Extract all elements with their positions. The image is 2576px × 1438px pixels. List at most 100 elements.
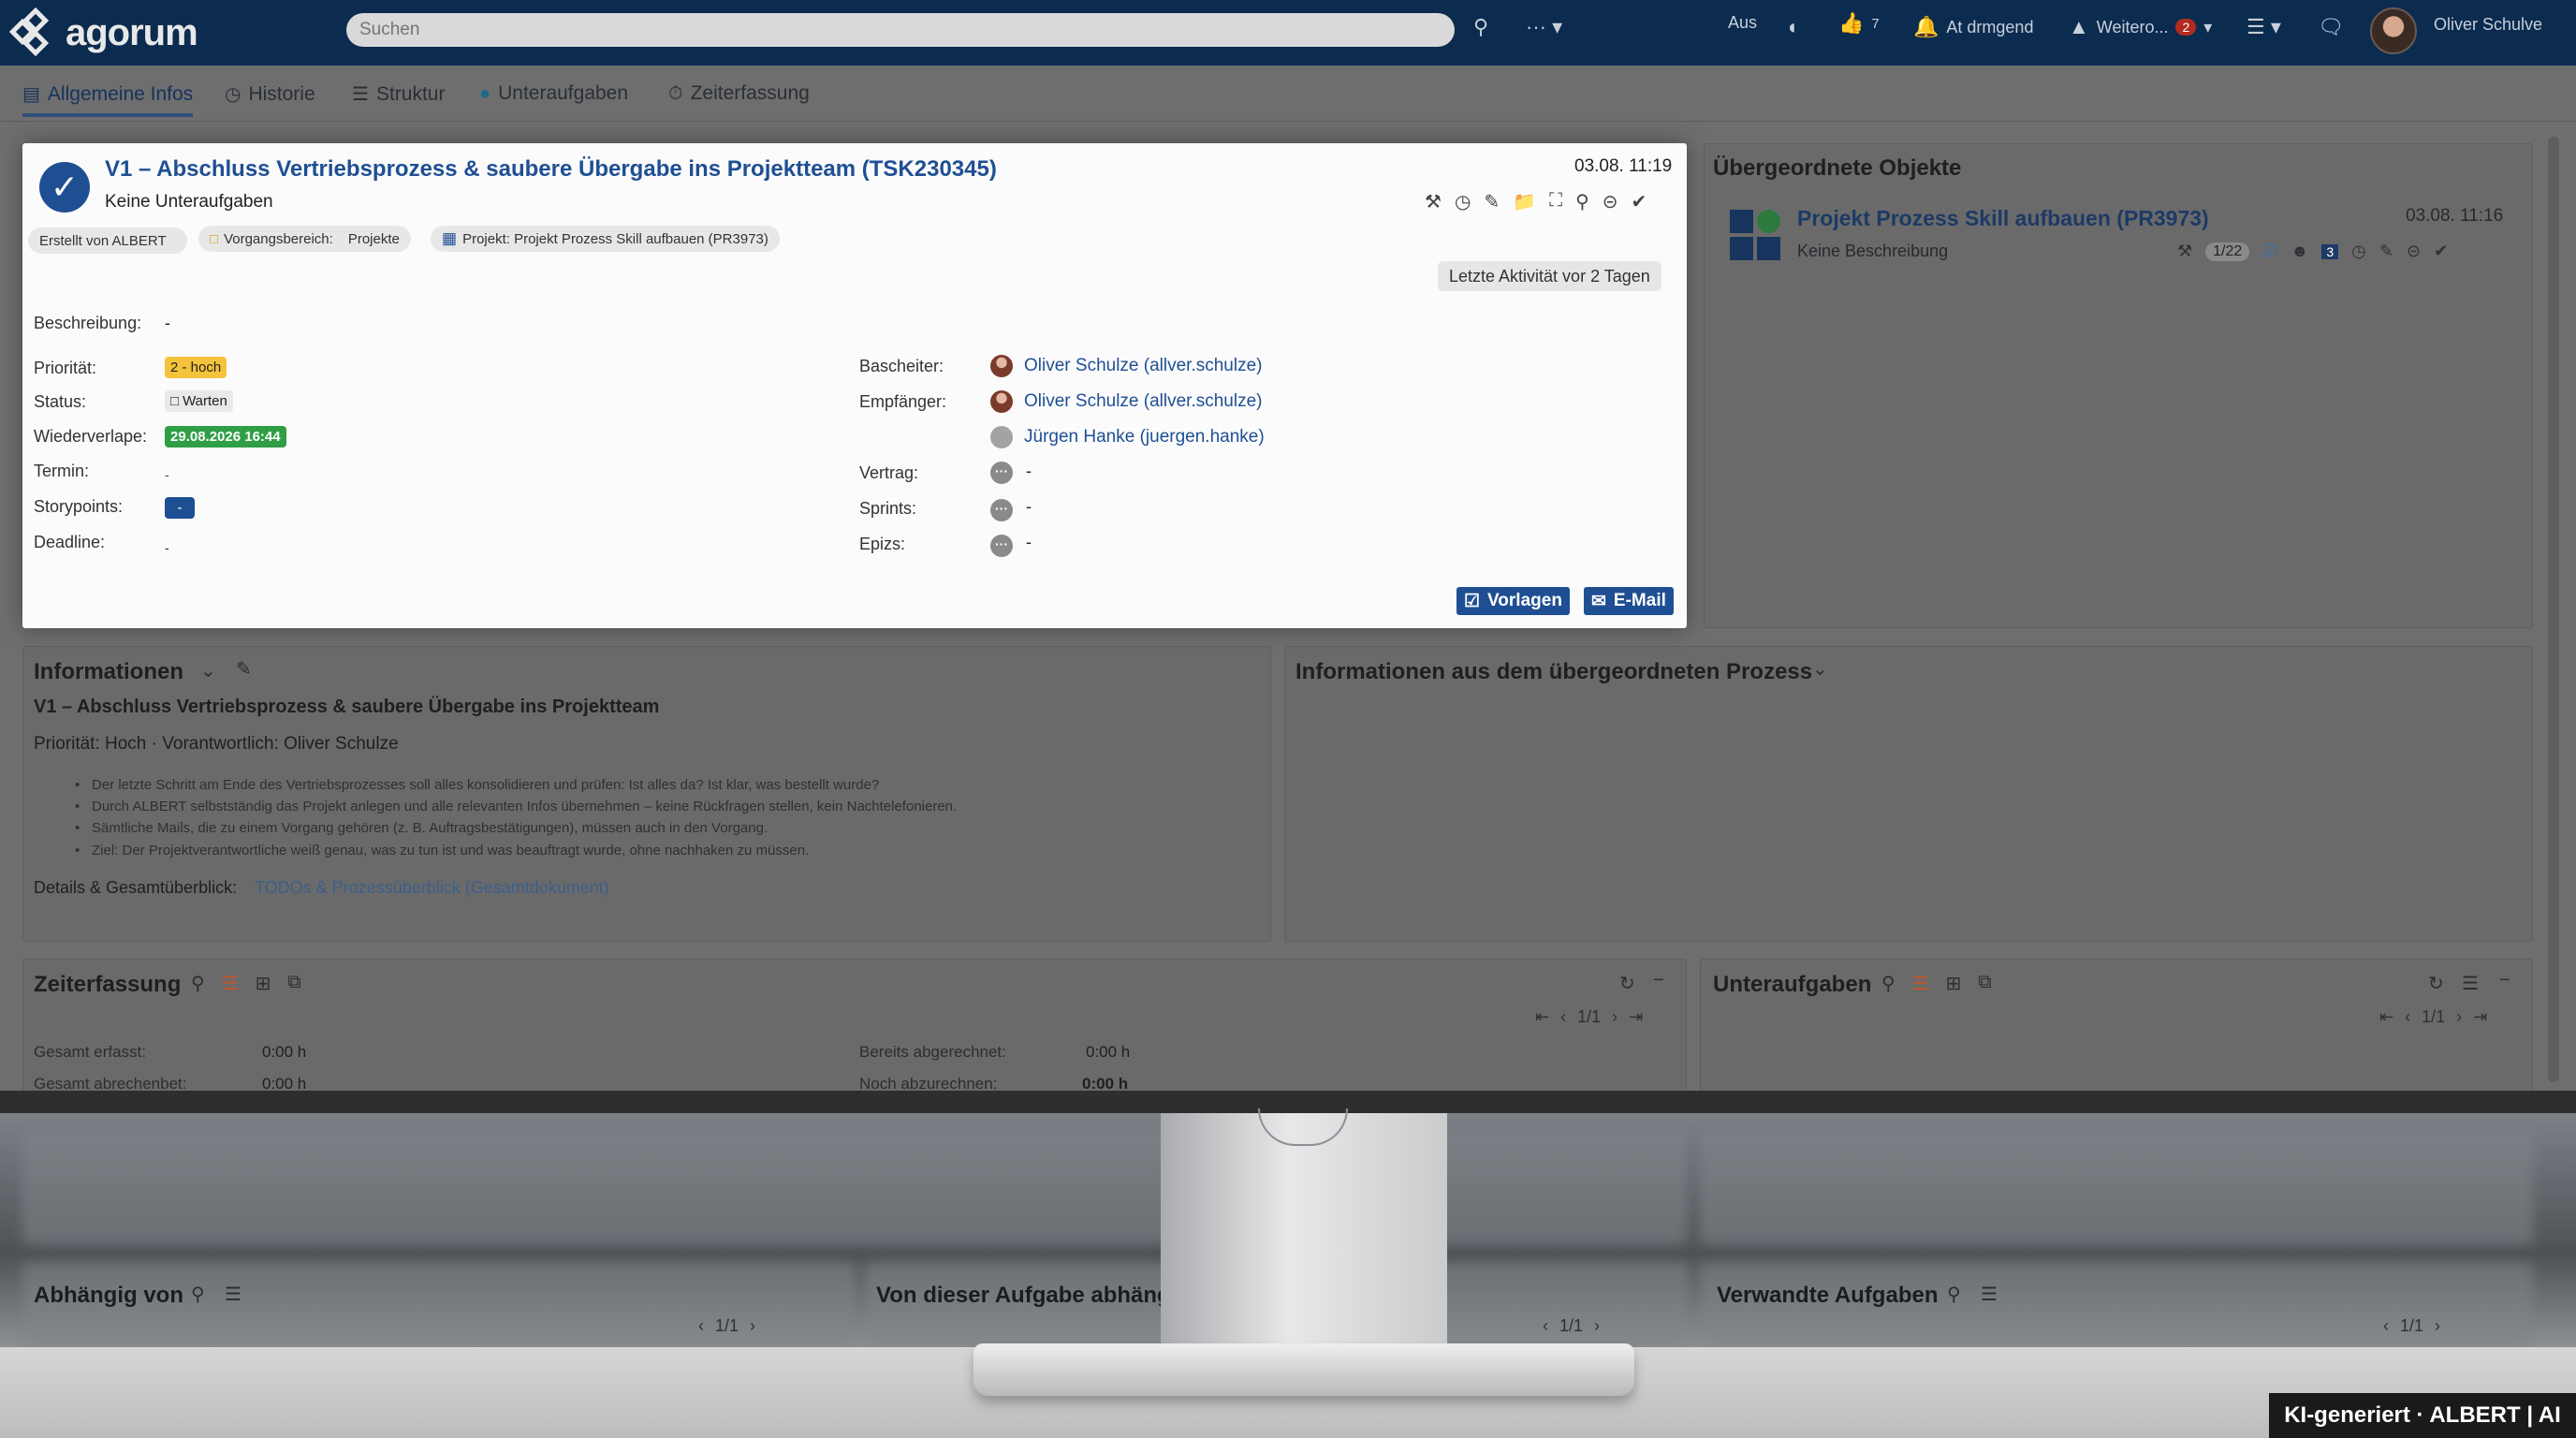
last-page-icon[interactable]: ⇥: [1629, 1007, 1643, 1027]
next-page-icon[interactable]: ›: [1594, 1316, 1600, 1336]
first-page-icon[interactable]: ⇤: [2379, 1007, 2393, 1027]
clock-icon[interactable]: ◷: [1455, 190, 1471, 213]
filter-icon[interactable]: ☰: [222, 972, 239, 995]
edit-icon[interactable]: ✎: [1484, 190, 1500, 213]
bell-icon: 🔔: [1913, 15, 1939, 38]
editor-person[interactable]: Oliver Schulze (allver.schulze): [990, 355, 1262, 377]
collapse-icon[interactable]: −: [2499, 970, 2510, 991]
search-icon[interactable]: ⚲: [1473, 15, 1488, 39]
prev-page-icon[interactable]: ‹: [698, 1316, 704, 1336]
editor-name: Oliver Schulze (allver.schulze): [1024, 356, 1263, 375]
more-icon[interactable]: ···: [990, 499, 1013, 521]
chevron-down-icon[interactable]: ⌄: [1812, 657, 1828, 681]
recipient-person[interactable]: Oliver Schulze (allver.schulze): [990, 390, 1262, 413]
status-toggle[interactable]: Aus: [1728, 13, 1757, 33]
search-icon[interactable]: ⚲: [1575, 190, 1589, 213]
add-multiple-icon[interactable]: ⧉: [287, 972, 300, 995]
tab-history[interactable]: ◷ Historie: [225, 82, 315, 106]
expand-icon[interactable]: ⛶: [1549, 190, 1562, 213]
user-name[interactable]: Oliver Schulve: [2434, 15, 2542, 35]
more-icon[interactable]: ···: [990, 535, 1013, 557]
search-input[interactable]: [346, 13, 1455, 47]
task-date: 03.08. 11:19: [1574, 156, 1673, 176]
first-page-icon[interactable]: ⇤: [1535, 1007, 1549, 1027]
add-icon[interactable]: ⊞: [1946, 972, 1962, 995]
email-button[interactable]: ✉ E-Mail: [1584, 587, 1674, 615]
next-page-icon[interactable]: ›: [2456, 1007, 2462, 1027]
further-menu[interactable]: ▲ Weitero... 2 ▾: [2069, 15, 2212, 39]
tab-subtasks[interactable]: ● Unteraufgaben: [479, 82, 628, 105]
deadline-label: Deadline:: [34, 533, 106, 551]
more-menu-icon[interactable]: ··· ▾: [1526, 15, 1562, 39]
person-icon[interactable]: ☻: [2291, 242, 2308, 261]
last-page-icon[interactable]: ⇥: [2473, 1007, 2487, 1027]
info-meta: Priorität: Hoch · Vorantwortlich: Oliver…: [34, 734, 399, 754]
templates-button[interactable]: ☑ Vorlagen: [1456, 587, 1570, 615]
collapse-icon[interactable]: −: [1653, 970, 1664, 991]
agorum-logo[interactable]: agorum: [8, 7, 198, 58]
due-value[interactable]: -: [165, 467, 169, 482]
chat-icon[interactable]: 🗨: [2318, 15, 2344, 39]
tools-icon[interactable]: ⚒: [1425, 190, 1442, 213]
add-icon[interactable]: ⊞: [256, 972, 271, 995]
presence-icon[interactable]: ◐: [1788, 15, 1800, 39]
refresh-icon[interactable]: ↻: [1619, 972, 1635, 995]
add-multiple-icon[interactable]: ⧉: [1978, 972, 1991, 995]
edit-icon[interactable]: ✎: [2379, 242, 2393, 261]
next-page-icon[interactable]: ›: [2435, 1316, 2440, 1336]
sort-icon[interactable]: ☰: [2462, 972, 2479, 995]
area-label: Vorgangsbereich:: [224, 230, 333, 247]
parent-badge: 3: [2321, 243, 2339, 259]
check-circle-icon[interactable]: ✔: [1631, 190, 1647, 213]
prev-page-icon[interactable]: ‹: [1560, 1007, 1566, 1027]
tab-structure[interactable]: ☰ Struktur: [352, 82, 445, 106]
next-page-icon[interactable]: ›: [1612, 1007, 1617, 1027]
tab-label: Zeiterfassung: [690, 82, 810, 104]
check-circle-icon[interactable]: ✔: [2434, 242, 2448, 261]
created-by-pill: Erstellt von ALBERT: [28, 227, 187, 254]
status-tag[interactable]: □ Warten: [165, 390, 233, 412]
folder-icon[interactable]: 📁: [1513, 190, 1536, 213]
task-title[interactable]: V1 – Abschluss Vertriebsprozess & sauber…: [105, 156, 997, 183]
user-avatar[interactable]: [2370, 7, 2417, 54]
tools-icon[interactable]: ⚒: [2177, 242, 2192, 261]
notification-button[interactable]: 🔔 At drmgend: [1913, 15, 2033, 39]
likes-count: 7: [1871, 15, 1880, 32]
minus-circle-icon[interactable]: ⊝: [1603, 190, 1618, 213]
more-icon[interactable]: ···: [990, 462, 1013, 484]
refresh-icon[interactable]: ↻: [2428, 972, 2444, 995]
filter-icon[interactable]: ☰: [1912, 972, 1929, 995]
parent-project-link[interactable]: Projekt Prozess Skill aufbauen (PR3973): [1797, 206, 2209, 231]
search-icon[interactable]: ⚲: [1881, 972, 1895, 995]
avatar: [990, 426, 1013, 448]
filter-icon[interactable]: ☰: [1981, 1283, 1998, 1306]
minus-circle-icon[interactable]: ⊝: [2407, 242, 2421, 261]
details-link[interactable]: TODOs & Prozessüberblick (Gesamtdokument…: [255, 878, 609, 898]
next-page-icon[interactable]: ›: [750, 1316, 755, 1336]
edit-icon[interactable]: ✎: [236, 657, 252, 681]
likes-button[interactable]: 👍 7: [1838, 11, 1880, 36]
prev-page-icon[interactable]: ‹: [2405, 1007, 2410, 1027]
search-icon[interactable]: ⚲: [191, 972, 205, 995]
prev-page-icon[interactable]: ‹: [2383, 1316, 2389, 1336]
vertical-scrollbar[interactable]: [2548, 137, 2559, 1082]
checkbox-icon[interactable]: ☑: [2262, 242, 2277, 261]
hamburger-menu-icon[interactable]: ☰ ▾: [2247, 15, 2281, 39]
tab-time-tracking[interactable]: ⏱ Zeiterfassung: [668, 82, 810, 105]
further-label: Weitero...: [2096, 17, 2169, 37]
area-pill[interactable]: □ Vorgangsbereich: Projekte: [198, 226, 411, 252]
chevron-down-icon[interactable]: ⌄: [200, 659, 216, 682]
filter-icon[interactable]: ☰: [225, 1283, 242, 1306]
related-tasks-pagination: ‹ 1/1 ›: [2383, 1316, 2440, 1336]
resubmission-tag[interactable]: 29.08.2026 16:44: [165, 426, 286, 448]
search-icon[interactable]: ⚲: [1947, 1283, 1961, 1306]
prev-page-icon[interactable]: ‹: [1543, 1316, 1548, 1336]
parent-objects-heading: Übergeordnete Objekte: [1713, 155, 1962, 181]
search-icon[interactable]: ⚲: [191, 1283, 205, 1306]
recipient-person[interactable]: Jürgen Hanke (juergen.hanke): [990, 426, 1265, 448]
storypoints-tag[interactable]: -: [165, 497, 195, 519]
task-check-icon[interactable]: ✓: [39, 162, 90, 213]
tab-general-info[interactable]: ▤ Allgemeine Infos: [22, 82, 194, 117]
clock-icon[interactable]: ◷: [2351, 242, 2366, 261]
project-pill[interactable]: ▦ Projekt: Projekt Prozess Skill aufbauen…: [431, 226, 780, 252]
